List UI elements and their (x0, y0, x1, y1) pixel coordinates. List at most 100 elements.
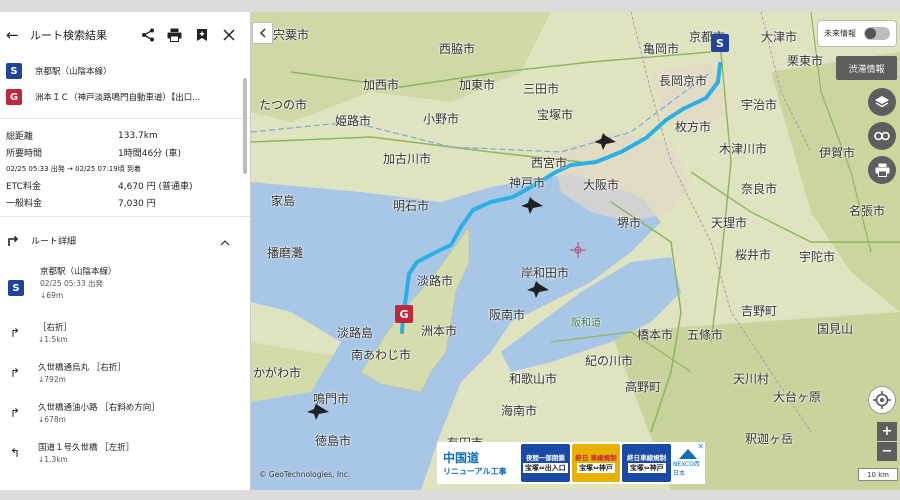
map-label: 小野市 (423, 112, 460, 126)
ad-close-icon[interactable]: ✕ (697, 442, 704, 451)
ad-cell: 終日 車線規制 宝塚⇔神戸 (571, 444, 621, 482)
map-label: 西脇市 (439, 42, 476, 56)
map-label: 釈迦ヶ岳 (745, 432, 794, 446)
map-label: 栗東市 (787, 54, 824, 68)
goal-marker[interactable]: G (395, 305, 413, 323)
route-step[interactable]: S 京都駅（山陰本線） 02/25 05:33 出発 ↓69m (0, 266, 250, 302)
route-step[interactable]: ↱ 久世橋通烏丸 ［右折］ ↓792m (0, 362, 250, 386)
start-marker[interactable]: S (711, 34, 729, 52)
map-label: 淡路島 (337, 326, 374, 340)
panel-title: ルート検索結果 (30, 29, 107, 42)
ad-cell-top: 終日 車線規制 (575, 453, 617, 462)
etc-label: ETC料金 (6, 182, 41, 192)
copyright-text: © GeoTechnologies, Inc. (259, 470, 351, 479)
map-label: 五條市 (687, 328, 724, 342)
turn-right-icon: ↱ (9, 366, 21, 380)
panel-header: ← ルート検索結果 (0, 12, 250, 58)
map-label: 岸和田市 (521, 266, 570, 280)
ad-banner[interactable]: 中国道 リニューアル工事 夜間一部閉鎖 宝塚⇔出入口 終日 車線規制 宝塚⇔神戸… (437, 442, 705, 484)
collapse-panel-button[interactable] (252, 22, 273, 44)
print-icon[interactable] (161, 28, 188, 42)
future-info-toggle[interactable]: 未来情報 (817, 20, 897, 47)
map-label: 枚方市 (675, 120, 712, 134)
ad-cell-top: 夜間一部閉鎖 (525, 453, 565, 462)
etc-value: 4,670 円 (普通車) (118, 182, 193, 192)
close-icon[interactable] (215, 29, 242, 41)
traffic-info-button[interactable]: 渋滞情報 (836, 56, 897, 80)
map-label: 宇陀市 (799, 250, 836, 264)
route-step[interactable]: ↱ ［右折］ ↓1.5km (0, 322, 250, 346)
map-label: 名張市 (849, 204, 886, 218)
current-location-button[interactable] (868, 386, 896, 414)
map-print-button[interactable] (868, 156, 896, 184)
map-label: 国見山 (817, 322, 854, 336)
ad-cell-top: 終日車線規制 (627, 453, 667, 462)
map-label: 高野町 (625, 380, 662, 394)
map-label: 堺市 (617, 216, 642, 230)
turn-left-icon: ↰ (9, 446, 21, 460)
link-button[interactable] (868, 122, 896, 150)
step-title: 久世橋通烏丸 ［右折］ (38, 363, 126, 373)
route-result-panel: ← ルート検索結果 S 京都駅（山陰本線） G 洲本ＩＣ（神戸淡路鳴門自動車道）… (0, 12, 251, 490)
map-label: 木津川市 (719, 142, 768, 156)
zoom-in-button[interactable]: + (877, 422, 897, 441)
map-label: 奈良市 (741, 182, 778, 196)
route-detail-toggle[interactable]: ルート詳細 (0, 217, 250, 263)
schedule-text: 02/25 05:33 出発 → 02/25 07:19頃 到着 (6, 165, 141, 173)
scrollbar-thumb[interactable] (243, 78, 247, 174)
scale-bar: 10 km (858, 468, 898, 481)
step-distance: ↓1.5km (38, 335, 68, 344)
turn-right-icon: ↱ (9, 326, 21, 340)
future-info-label: 未来情報 (824, 29, 856, 38)
map-label: 阪南市 (489, 308, 526, 322)
zoom-out-button[interactable]: − (877, 442, 897, 461)
step-title: 国道１号久世橋 ［左折］ (38, 443, 135, 453)
map-view[interactable]: 宍粟市 西脇市 亀岡市 大津市 京都市 栗東市 加西市 加東市 三田市 長岡京市… (251, 12, 900, 490)
crosshair-icon (873, 391, 891, 409)
map-label: 神戸市 (509, 176, 546, 190)
step-title: 久世橋通油小路 ［右斜め方向］ (38, 403, 160, 413)
map-label: 吉野町 (741, 304, 778, 318)
goal-point[interactable]: G 洲本ＩＣ（神戸淡路鳴門自動車道）【出口... (0, 84, 250, 110)
map-label: 加西市 (363, 78, 400, 92)
layers-button[interactable] (868, 88, 896, 116)
goal-badge: G (6, 89, 22, 105)
ad-brand: 中国道 リニューアル工事 (439, 444, 519, 482)
map-label: 伊賀市 (819, 146, 856, 160)
ad-cell: 終日車線規制 宝塚⇔神戸 (622, 444, 672, 482)
start-point[interactable]: S 京都駅（山陰本線） (0, 58, 250, 84)
bear-right-icon: ↱ (9, 406, 21, 420)
time-value: 1時間46分 (車) (118, 149, 182, 159)
map-label: 亀岡市 (643, 42, 680, 56)
map-label: 淡路市 (417, 274, 454, 288)
map-label: 加古川市 (383, 152, 432, 166)
ad-cell-bottom: 宝塚⇔神戸 (627, 462, 666, 473)
ad-cell-bottom: 宝塚⇔神戸 (577, 462, 615, 473)
distance-label: 総距離 (6, 132, 34, 142)
route-step[interactable]: ↰ 国道１号久世橋 ［左折］ ↓1.3km (0, 442, 250, 466)
bookmark-add-icon[interactable] (188, 28, 215, 42)
general-value: 7,030 円 (118, 199, 156, 209)
map-label: 和歌山市 (509, 372, 558, 386)
map-label: 播磨灘 (267, 246, 304, 260)
map-label: 明石市 (393, 199, 430, 213)
goal-name: 洲本ＩＣ（神戸淡路鳴門自動車道）【出口... (35, 93, 201, 103)
share-icon[interactable] (134, 28, 161, 42)
map-label: 大阪市 (583, 178, 620, 192)
route-step[interactable]: ↱ 久世橋通油小路 ［右斜め方向］ ↓678m (0, 402, 250, 426)
map-label: 大台ヶ原 (773, 390, 822, 404)
distance-value: 133.7km (118, 130, 158, 141)
chevron-up-icon[interactable] (220, 231, 230, 250)
map-label: 橋本市 (637, 328, 674, 342)
step-distance: ↓792m (38, 375, 66, 384)
step-time: 02/25 05:33 出発 (40, 279, 103, 288)
map-label: 南あわじ市 (351, 348, 412, 362)
start-badge: S (8, 280, 24, 296)
map-label: 宍粟市 (273, 28, 310, 42)
map-label: 徳島市 (315, 434, 352, 448)
toggle-switch[interactable] (864, 27, 890, 40)
step-distance: ↓69m (40, 291, 64, 300)
panel-scrollbar[interactable] (243, 60, 249, 490)
back-arrow-icon[interactable]: ← (6, 26, 26, 44)
map-label: 家島 (271, 194, 296, 208)
